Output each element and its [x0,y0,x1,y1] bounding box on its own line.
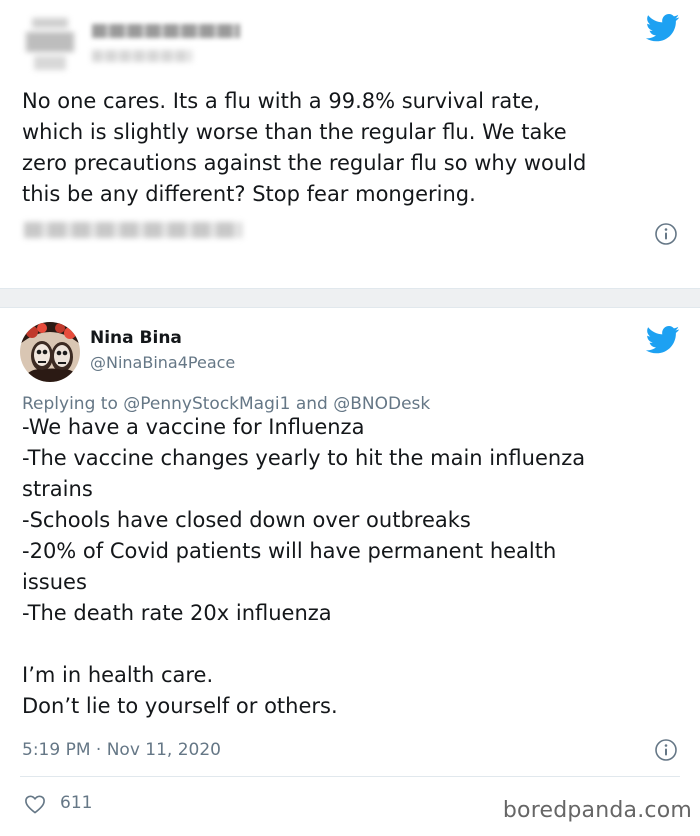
info-icon[interactable] [654,738,678,762]
heart-icon[interactable] [24,794,46,814]
blurred-author-handle [92,50,192,62]
tweet-timestamp[interactable]: 5:19 PM · Nov 11, 2020 [22,740,221,760]
author-name[interactable]: Nina Bina [90,328,182,348]
tweet-card-original: No one cares. Its a flu with a 99.8% sur… [0,0,700,288]
like-count: 611 [60,793,93,813]
tweet-text: No one cares. Its a flu with a 99.8% sur… [22,89,587,206]
tweet-text: -We have a vaccine for Influenza -The va… [22,415,586,718]
avatar[interactable] [20,322,80,382]
twitter-bird-icon[interactable] [646,326,680,354]
blurred-author-name [92,24,240,38]
info-icon[interactable] [654,222,678,246]
author-handle[interactable]: @NinaBina4Peace [90,353,235,372]
blurred-avatar [22,14,78,74]
watermark: boredpanda.com [502,798,692,823]
action-divider [20,776,680,777]
blurred-timestamp [24,222,242,238]
tweet-separator [0,288,700,308]
replying-to-line: Replying to @PennyStockMagi1 and @BNODes… [22,394,431,414]
tweet-card-reply: Nina Bina @NinaBina4Peace Replying to @P… [0,308,700,836]
twitter-bird-icon[interactable] [646,14,680,42]
